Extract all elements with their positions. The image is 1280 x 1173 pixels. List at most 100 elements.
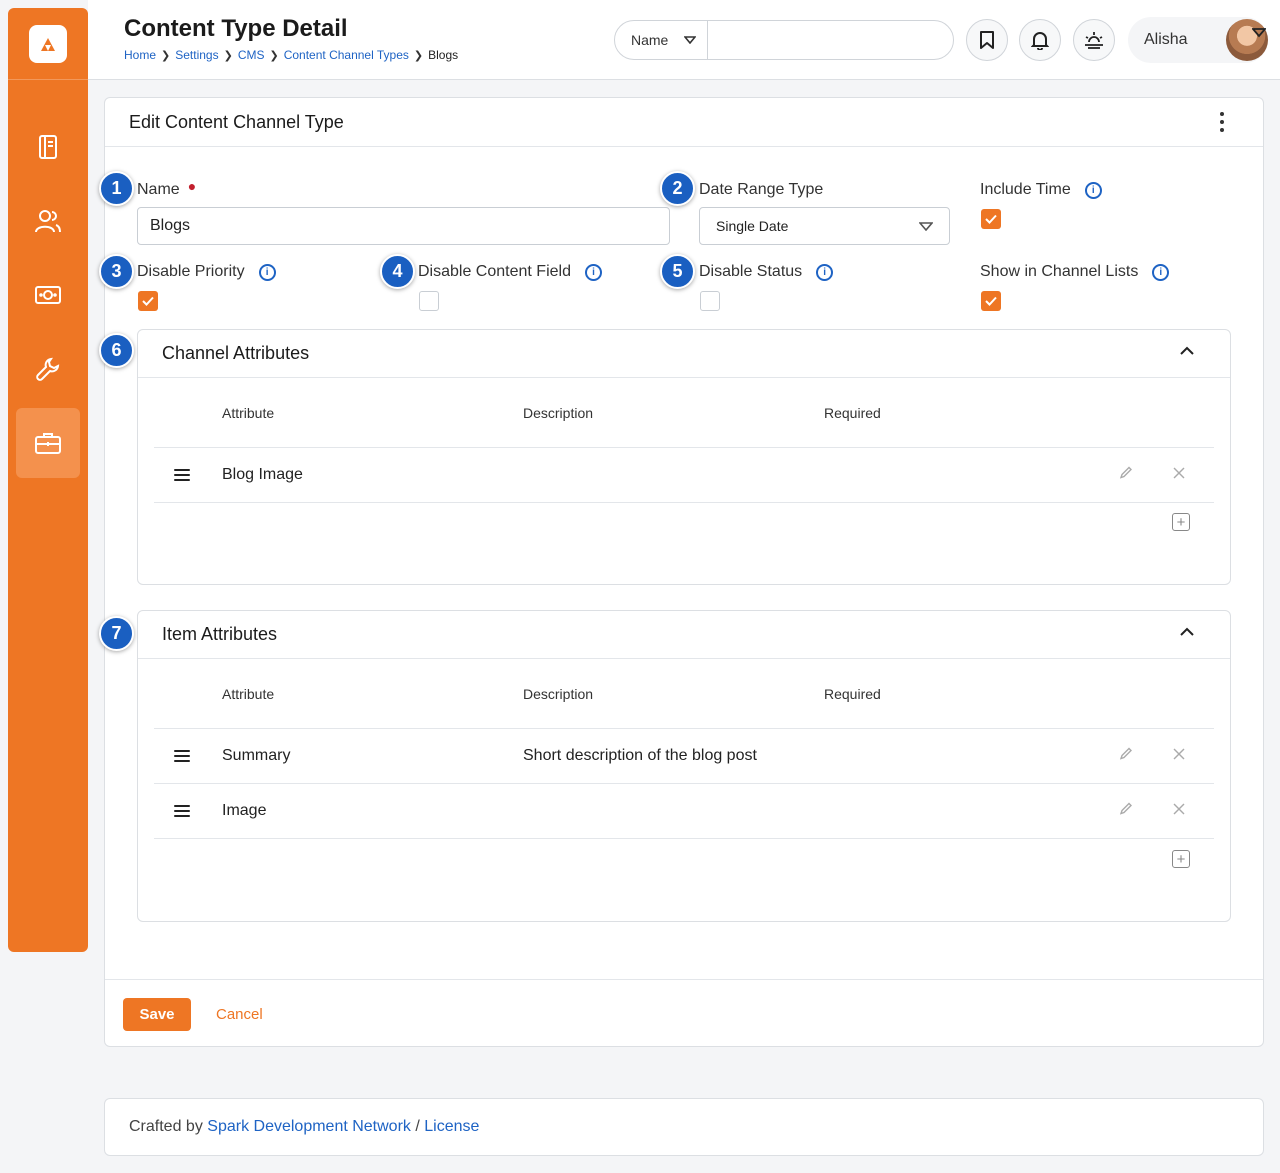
bell-icon	[1031, 32, 1049, 50]
required-indicator: ●	[187, 178, 197, 194]
delete-x-icon[interactable]	[1173, 466, 1185, 484]
callout-badge: 5	[660, 254, 695, 289]
sunrise-icon	[1085, 32, 1103, 49]
user-caret-down-icon[interactable]	[1252, 28, 1266, 38]
name-label-wrap: Name ●	[137, 178, 197, 199]
more-options-icon[interactable]	[1219, 112, 1225, 132]
date-range-label: Date Range Type	[699, 181, 824, 198]
table-row: Blog Image	[154, 448, 1214, 503]
info-icon[interactable]: i	[258, 263, 276, 281]
disable-content-label: Disable Content Field	[418, 263, 571, 280]
info-icon[interactable]: i	[1152, 263, 1170, 281]
chevron-right-icon: ❯	[223, 49, 233, 62]
panel-actions: Save Cancel	[105, 979, 1263, 1047]
check-icon	[142, 296, 154, 306]
caret-down-icon	[684, 36, 697, 44]
search-type-select[interactable]: Name	[615, 21, 708, 59]
drag-handle-icon[interactable]	[174, 750, 190, 762]
footer-separator: /	[415, 1118, 420, 1135]
callout-badge: 4	[380, 254, 415, 289]
nav-money-icon[interactable]	[16, 260, 80, 330]
nav-wrench-icon[interactable]	[16, 334, 80, 404]
bookmark-button[interactable]	[966, 19, 1008, 61]
logo-area	[8, 8, 88, 80]
chevron-up-icon[interactable]	[1180, 346, 1194, 355]
spark-link[interactable]: Spark Development Network	[207, 1118, 411, 1136]
check-icon	[985, 296, 997, 306]
breadcrumb-current: Blogs	[428, 48, 459, 62]
caret-down-icon	[919, 221, 933, 231]
breadcrumb-cms[interactable]: CMS	[238, 48, 265, 62]
breadcrumb: Home ❯ Settings ❯ CMS ❯ Content Channel …	[124, 48, 458, 62]
include-time-label: Include Time	[980, 181, 1071, 198]
drag-handle-icon[interactable]	[174, 805, 190, 817]
notifications-button[interactable]	[1019, 19, 1061, 61]
edit-pencil-icon[interactable]	[1119, 802, 1133, 821]
callout-badge: 1	[99, 171, 134, 206]
delete-x-icon[interactable]	[1173, 802, 1185, 820]
sidebar	[8, 8, 88, 952]
disable-priority-checkbox[interactable]	[138, 291, 158, 311]
nav-people-icon[interactable]	[16, 186, 80, 256]
callout-badge: 3	[99, 254, 134, 289]
channel-attributes-section: Channel Attributes Attribute Description…	[137, 329, 1231, 585]
search-type-label: Name	[631, 32, 669, 48]
attribute-name: Blog Image	[222, 466, 303, 483]
item-attributes-header[interactable]: Item Attributes	[138, 611, 1230, 659]
disable-status-checkbox[interactable]	[700, 291, 720, 311]
footer-prefix: Crafted by	[129, 1118, 203, 1135]
nav-notebook-icon[interactable]	[16, 112, 80, 182]
item-attributes-title: Item Attributes	[162, 624, 278, 644]
breadcrumb-settings[interactable]: Settings	[175, 48, 218, 62]
table-row: Summary Short description of the blog po…	[154, 729, 1214, 784]
show-in-lists-label: Show in Channel Lists	[980, 263, 1139, 280]
chevron-up-icon[interactable]	[1180, 627, 1194, 636]
search-box: Name	[614, 20, 954, 60]
info-icon[interactable]: i	[816, 263, 834, 281]
date-range-select[interactable]: Single Date	[699, 207, 950, 245]
edit-pencil-icon[interactable]	[1119, 466, 1133, 485]
drag-handle-icon[interactable]	[174, 469, 190, 481]
disable-status-label-wrap: Disable Status i	[699, 263, 834, 281]
user-name: Alisha	[1144, 31, 1188, 48]
add-attribute-icon[interactable]: +	[1172, 850, 1190, 868]
name-input[interactable]: Blogs	[137, 207, 670, 245]
page-title: Content Type Detail	[124, 15, 348, 42]
add-attribute-icon[interactable]: +	[1172, 513, 1190, 531]
theme-toggle-button[interactable]	[1073, 19, 1115, 61]
show-in-lists-checkbox[interactable]	[981, 291, 1001, 311]
include-time-checkbox[interactable]	[981, 209, 1001, 229]
column-header: Description	[523, 685, 594, 702]
callout-badge: 7	[99, 616, 134, 651]
callout-badge: 2	[660, 171, 695, 206]
user-menu[interactable]: Alisha	[1128, 17, 1268, 63]
breadcrumb-content-channel-types[interactable]: Content Channel Types	[284, 48, 409, 62]
item-attributes-section: Item Attributes Attribute Description Re…	[137, 610, 1231, 922]
top-header: Content Type Detail Home ❯ Settings ❯ CM…	[88, 0, 1280, 80]
search-input[interactable]	[708, 21, 953, 59]
chevron-right-icon: ❯	[161, 49, 171, 62]
rock-logo-icon[interactable]	[29, 24, 67, 63]
breadcrumb-home[interactable]: Home	[124, 48, 156, 62]
edit-pencil-icon[interactable]	[1119, 747, 1133, 766]
delete-x-icon[interactable]	[1173, 747, 1185, 765]
name-label: Name	[137, 181, 180, 198]
avatar[interactable]	[1226, 19, 1268, 61]
column-header: Description	[523, 404, 594, 421]
column-header: Required	[824, 685, 881, 702]
disable-content-label-wrap: Disable Content Field i	[418, 263, 602, 281]
license-link[interactable]: License	[424, 1118, 479, 1136]
save-button[interactable]: Save	[123, 998, 191, 1031]
cancel-button[interactable]: Cancel	[216, 1006, 263, 1023]
column-header: Attribute	[222, 685, 275, 702]
date-range-label-wrap: Date Range Type	[699, 181, 823, 199]
nav-briefcase-icon[interactable]	[16, 408, 80, 478]
attribute-description: Short description of the blog post	[523, 747, 757, 764]
info-icon[interactable]: i	[1084, 181, 1102, 199]
channel-attributes-header[interactable]: Channel Attributes	[138, 330, 1230, 378]
table-row: Image	[154, 784, 1214, 839]
info-icon[interactable]: i	[584, 263, 602, 281]
disable-priority-label: Disable Priority	[137, 263, 245, 280]
disable-content-checkbox[interactable]	[419, 291, 439, 311]
item-attributes-table-header: Attribute Description Required	[154, 659, 1214, 729]
